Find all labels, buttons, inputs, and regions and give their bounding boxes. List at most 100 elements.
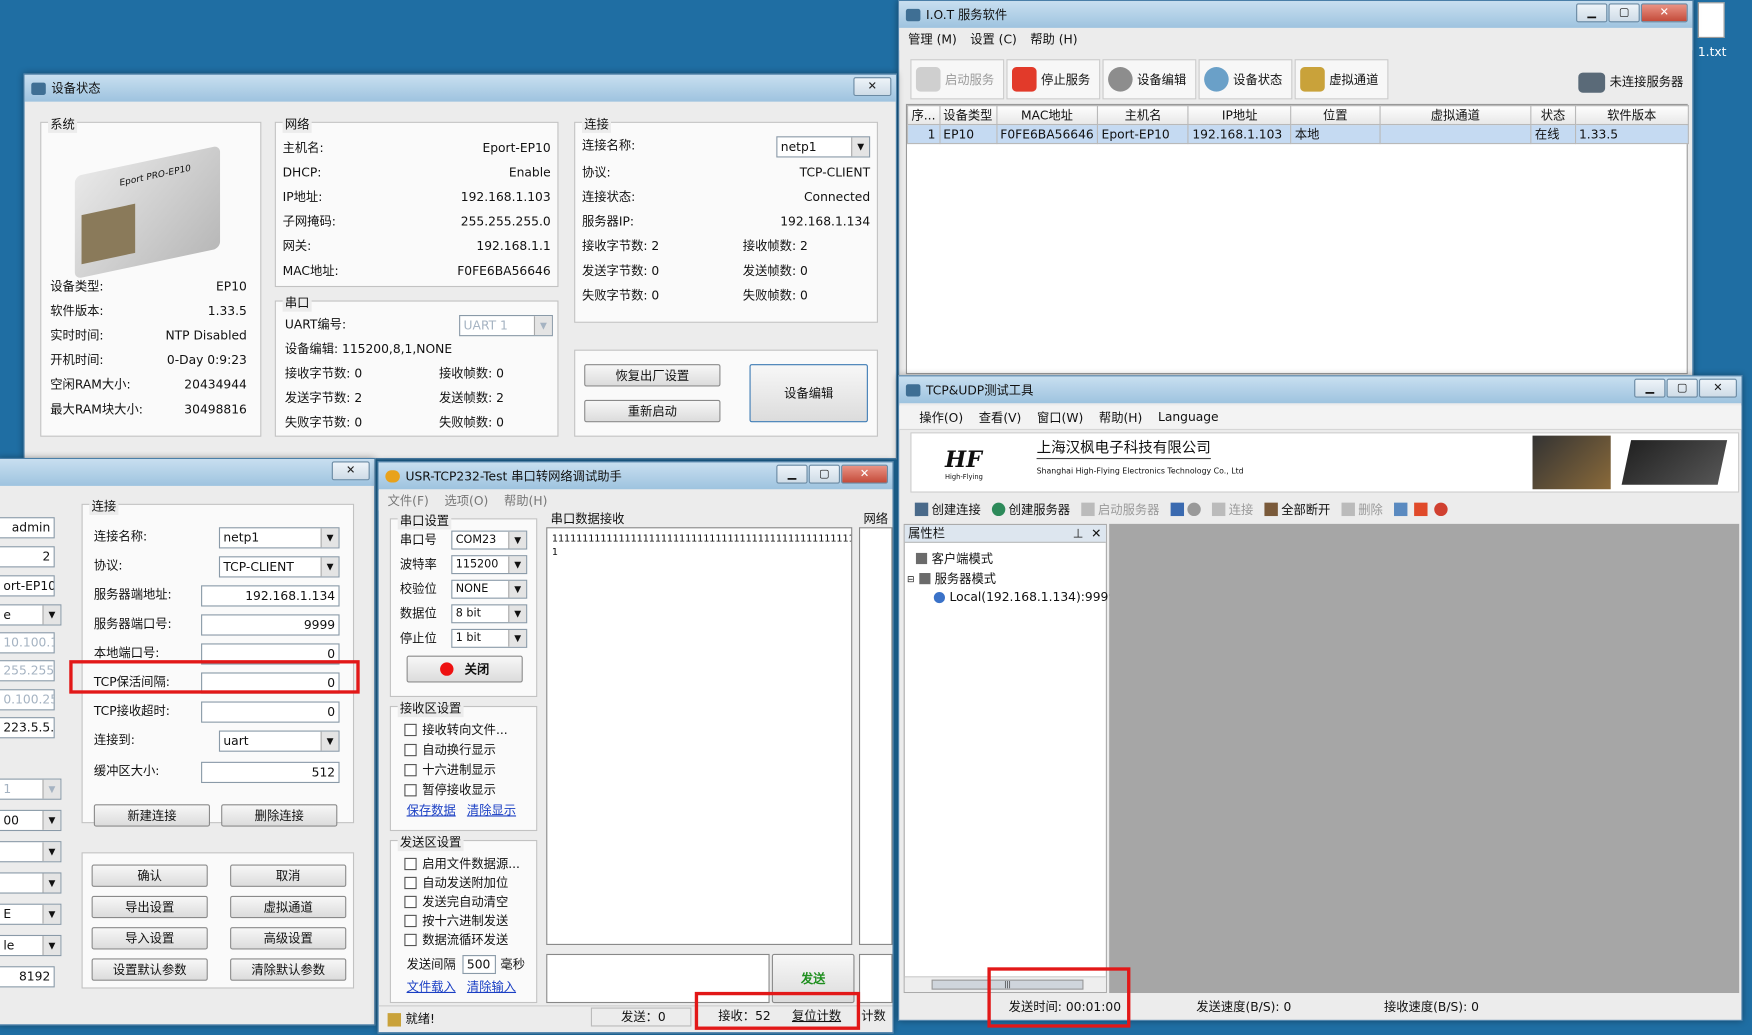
pin-icon[interactable]: ⊥ [1073, 525, 1084, 543]
send-checkbox[interactable]: 数据流循环发送 [404, 930, 508, 948]
menu-manage[interactable]: 管理 (M) [908, 30, 957, 48]
device-status-button[interactable]: 设备状态 [1198, 59, 1293, 100]
close-button[interactable]: ✕ [1640, 3, 1688, 23]
maximize-button[interactable]: ▢ [808, 464, 840, 484]
field-input[interactable]: netp1 ▼ [218, 527, 340, 549]
left-field[interactable]: e ▼ [0, 604, 62, 626]
left-field[interactable]: admin [0, 517, 55, 539]
desktop-file-label[interactable]: 1.txt [1698, 45, 1727, 61]
delete-connection-button[interactable]: 删除连接 [221, 804, 338, 827]
left-field[interactable]: ▼ [0, 872, 62, 894]
factory-reset-button[interactable]: 恢复出厂设置 [584, 364, 721, 387]
checkbox-box[interactable] [404, 914, 417, 927]
menu-window[interactable]: 窗口(W) [1037, 408, 1083, 426]
maximize-button[interactable]: ▢ [1608, 3, 1640, 23]
network-send-area[interactable] [858, 953, 893, 1004]
close-button[interactable]: ✕ [841, 464, 889, 484]
field-input[interactable]: 9999 [201, 614, 340, 636]
send-checkbox[interactable]: 自动发送附加位 [404, 873, 508, 891]
edit-titlebar[interactable]: ✕ [0, 459, 375, 486]
tree-server-mode[interactable]: ⊟ 服务器模式 [907, 570, 996, 588]
send-checkbox[interactable]: 发送完自动清空 [404, 892, 508, 910]
edit-action-button[interactable]: 导出设置 [91, 895, 208, 919]
column-header[interactable]: 软件版本 [1574, 104, 1689, 126]
menu-help[interactable]: 帮助(H) [504, 491, 547, 509]
left-field[interactable]: le ▼ [0, 934, 62, 957]
clear-input-link[interactable]: 清除输入 [467, 980, 516, 996]
column-header[interactable]: 状态 [1530, 104, 1576, 126]
field-input[interactable]: 0 [201, 701, 340, 723]
send-checkbox[interactable]: 启用文件数据源... [404, 855, 520, 873]
edit-action-button[interactable]: 导入设置 [91, 927, 208, 950]
recv-checkbox[interactable]: 十六进制显示 [404, 761, 496, 779]
column-header[interactable]: 位置 [1290, 104, 1381, 126]
menu-settings[interactable]: 设置 (C) [970, 30, 1017, 48]
save-data-link[interactable]: 保存数据 [407, 803, 456, 819]
start-service-button[interactable]: 启动服务 [910, 59, 1005, 100]
interval-input[interactable]: 500 [462, 955, 496, 975]
create-connection-button[interactable]: 创建连接 [914, 500, 981, 518]
table-row[interactable]: 1 EP10 F0FE6BA56646 Eport-EP10 192.168.1.103… [907, 123, 1689, 145]
text-file-icon[interactable] [1697, 2, 1725, 38]
column-header[interactable]: 主机名 [1097, 104, 1190, 126]
left-field[interactable]: ort-EP10 [0, 575, 55, 597]
field-input[interactable]: uart ▼ [218, 730, 340, 752]
left-field[interactable]: 223.5.5.5 [0, 717, 55, 739]
minimize-button[interactable]: ▁ [776, 464, 808, 484]
edit-action-button[interactable]: 高级设置 [230, 927, 347, 950]
checkbox-box[interactable] [404, 783, 417, 796]
left-field[interactable]: 00 ▼ [0, 809, 62, 832]
field-input[interactable]: TCP-CLIENT ▼ [218, 556, 340, 578]
minimize-button[interactable]: ▁ [1634, 378, 1666, 398]
left-field[interactable]: 255.255.0 [0, 660, 55, 682]
column-header[interactable]: 虚拟通道 [1379, 104, 1532, 126]
delete-button[interactable]: 删除 [1341, 500, 1383, 518]
hf-titlebar[interactable]: TCP&UDP测试工具 ▁ ▢ ✕ [899, 376, 1742, 404]
connect-button[interactable]: 连接 [1211, 500, 1253, 518]
menu-options[interactable]: 选项(O) [444, 491, 488, 509]
left-field[interactable]: 2 [0, 546, 55, 568]
close-icon[interactable]: ✕ [1091, 525, 1101, 543]
menu-help[interactable]: 帮助 (H) [1030, 30, 1077, 48]
clear-display-link[interactable]: 清除显示 [467, 803, 516, 819]
edit-action-button[interactable]: 虚拟通道 [230, 895, 347, 919]
field-input[interactable]: 512 [201, 761, 340, 784]
close-button[interactable]: ✕ [331, 461, 370, 481]
recv-checkbox[interactable]: 自动换行显示 [404, 741, 496, 759]
left-field[interactable]: 1 ▼ [0, 778, 62, 800]
status-titlebar[interactable]: 设备状态 ✕ [24, 74, 896, 102]
network-recv-area[interactable] [858, 527, 893, 945]
edit-action-button[interactable]: 确认 [91, 864, 208, 887]
menu-file[interactable]: 文件(F) [388, 491, 429, 509]
menu-help[interactable]: 帮助(H) [1099, 408, 1142, 426]
usr-titlebar[interactable]: USR-TCP232-Test 串口转网络调试助手 ▁ ▢ ✕ [378, 462, 893, 490]
send-checkbox[interactable]: 按十六进制发送 [404, 911, 508, 929]
column-header[interactable]: 序... [907, 104, 940, 126]
close-button[interactable]: ✕ [853, 77, 892, 97]
checkbox-box[interactable] [404, 723, 417, 736]
disconnect-all-button[interactable]: 全部断开 [1264, 500, 1330, 518]
menu-operation[interactable]: 操作(O) [919, 408, 963, 426]
column-header[interactable]: MAC地址 [995, 104, 1099, 126]
close-port-button[interactable]: 关闭 [406, 655, 523, 683]
connection-name-select[interactable]: netp1 ▼ [776, 136, 871, 158]
menu-language[interactable]: Language [1158, 410, 1219, 425]
edit-action-button[interactable]: 清除默认参数 [230, 958, 347, 981]
checkbox-box[interactable] [404, 857, 417, 870]
recv-checkbox[interactable]: 接收转向文件... [404, 720, 508, 738]
tree-client-mode[interactable]: 客户端模式 [915, 550, 993, 568]
device-edit-button[interactable]: 设备编辑 [1102, 59, 1197, 100]
new-connection-button[interactable]: 新建连接 [93, 804, 210, 827]
edit-action-button[interactable]: 取消 [230, 864, 347, 887]
serial-field-select[interactable]: COM23 ▼ [451, 530, 528, 550]
checkbox-box[interactable] [404, 743, 417, 756]
checkbox-box[interactable] [404, 876, 417, 889]
serial-field-select[interactable]: NONE ▼ [451, 579, 528, 599]
left-field[interactable]: 10.100.10 [0, 632, 55, 654]
recv-checkbox[interactable]: 暂停接收显示 [404, 781, 496, 799]
load-file-link[interactable]: 文件载入 [407, 980, 456, 996]
left-field[interactable]: 8192 [0, 966, 55, 988]
restart-button[interactable]: 重新启动 [584, 399, 721, 423]
column-header[interactable]: IP地址 [1187, 104, 1292, 126]
column-header[interactable]: 设备类型 [938, 104, 997, 126]
